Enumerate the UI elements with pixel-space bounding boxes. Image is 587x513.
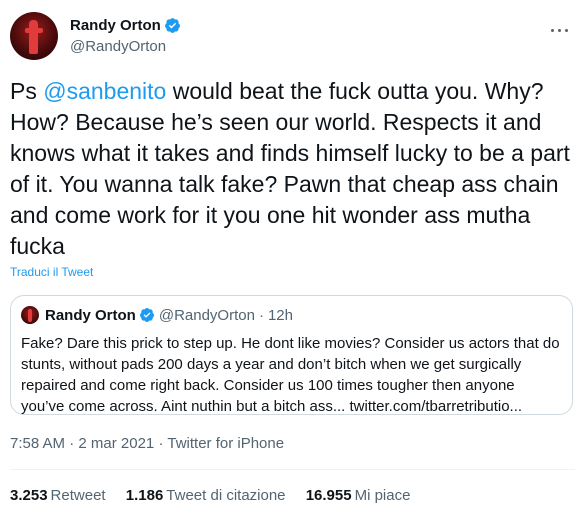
tweet-timestamp[interactable]: 7:58 AM · 2 mar 2021	[10, 435, 154, 452]
author-avatar[interactable]	[10, 12, 58, 60]
author-info[interactable]: Randy Orton @RandyOrton	[70, 17, 181, 55]
translate-tweet-link[interactable]: Traduci il Tweet	[10, 265, 93, 279]
quote-tweets-stat[interactable]: 1.186 Tweet di citazione	[126, 487, 286, 504]
likes-label: Mi piace	[354, 487, 411, 504]
likes-stat[interactable]: 16.955 Mi piace	[306, 487, 411, 504]
quoted-author-name: Randy Orton	[45, 306, 136, 324]
tweet-time: 7:58 AM	[10, 435, 66, 452]
quote-tweets-count: 1.186	[125, 487, 164, 504]
quoted-tweet-header: Randy Orton @RandyOrton · 12h	[21, 306, 293, 324]
verified-badge-icon	[139, 308, 154, 322]
verified-badge-icon	[164, 18, 180, 33]
quoted-tweet-time: 12h	[267, 306, 293, 324]
mention-link[interactable]: @sanbenito	[43, 78, 166, 104]
separator-dot: ·	[69, 435, 75, 452]
quoted-author-handle: @RandyOrton	[158, 306, 255, 324]
retweets-count: 3.253	[10, 487, 48, 504]
tweet-metadata: 7:58 AM · 2 mar 2021 · Twitter for iPhon…	[10, 435, 284, 452]
quoted-tweet-text: Fake? Dare this prick to step up. He don…	[21, 335, 560, 415]
retweets-label: Retweet	[50, 487, 106, 504]
tweet-text-rest: would beat the fuck outta you. Why? How?…	[10, 78, 570, 259]
tweet-source[interactable]: Twitter for iPhone	[167, 435, 284, 452]
author-name[interactable]: Randy Orton	[70, 17, 161, 34]
quote-tweets-label: Tweet di citazione	[166, 487, 286, 504]
quoted-tweet[interactable]: Randy Orton @RandyOrton · 12h Fake? Dare…	[10, 295, 573, 415]
tweet-stats: 3.253 Retweet 1.186 Tweet di citazione 16.…	[10, 487, 426, 504]
tweet-text: Ps @sanbenito would beat the fuck outta …	[10, 76, 575, 262]
separator-dot: ·	[258, 306, 264, 324]
tweet-text-start: Ps	[10, 78, 44, 104]
more-options-icon[interactable]	[548, 18, 572, 42]
tweet-date: 2 mar 2021	[78, 435, 155, 452]
likes-count: 16.955	[305, 487, 352, 504]
separator-dot: ·	[158, 435, 164, 452]
tweet-header: Randy Orton @RandyOrton	[10, 12, 580, 64]
divider	[10, 469, 575, 470]
author-handle[interactable]: @RandyOrton	[70, 38, 181, 55]
quoted-author-avatar	[21, 306, 39, 324]
retweets-stat[interactable]: 3.253 Retweet	[10, 487, 106, 504]
